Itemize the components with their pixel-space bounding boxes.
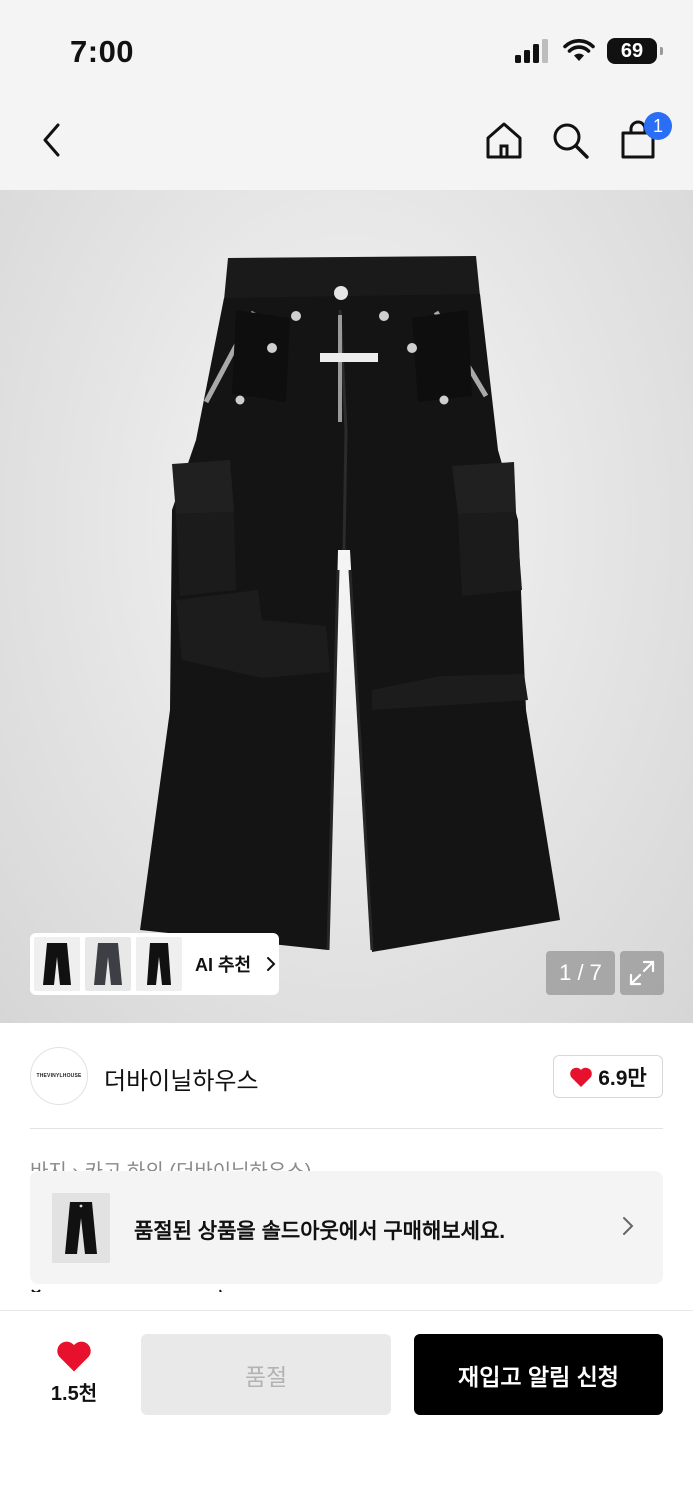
- soldout-button[interactable]: 품절: [141, 1334, 391, 1415]
- nav-bar: 1: [0, 100, 693, 190]
- brand-like-button[interactable]: 6.9만: [553, 1055, 663, 1098]
- product-image-carousel[interactable]: AI 추천 1 / 7: [0, 190, 693, 1023]
- brand-like-count: 6.9만: [598, 1066, 647, 1090]
- back-button[interactable]: [30, 118, 74, 162]
- pants-thumbnail-icon: [147, 943, 171, 985]
- heart-icon: [57, 1341, 91, 1372]
- image-counter: 1 / 7: [546, 951, 615, 995]
- bottom-action-bar: 1.5천 품절 재입고 알림 신청: [0, 1311, 693, 1500]
- chevron-right-icon: [267, 957, 276, 971]
- search-button[interactable]: [548, 118, 592, 162]
- pants-thumbnail-icon: [94, 943, 122, 985]
- product-image: [140, 256, 560, 952]
- ai-thumb-3[interactable]: [136, 937, 182, 991]
- wishlist-count: 1.5천: [50, 1383, 98, 1405]
- wishlist-button[interactable]: 1.5천: [44, 1339, 104, 1406]
- cart-count-badge: 1: [644, 112, 672, 140]
- ai-thumb-1[interactable]: [34, 937, 80, 991]
- partial-text-fragment: [31, 1289, 222, 1292]
- heart-icon: [570, 1067, 593, 1087]
- soldout-banner[interactable]: 품절된 상품을 솔드아웃에서 구매해보세요.: [30, 1171, 663, 1284]
- battery-icon: 69: [607, 38, 663, 64]
- search-icon: [553, 123, 589, 159]
- cart-button[interactable]: 1: [616, 112, 672, 162]
- category-breadcrumb: 바지 › 카고 하의 (더바이닐하우스): [30, 1155, 390, 1171]
- status-icons: 69: [515, 38, 663, 64]
- chevron-right-icon: [623, 1217, 634, 1235]
- brand-logo[interactable]: THEVINYLHOUSE: [30, 1047, 88, 1105]
- status-bar: 7:00 69: [0, 0, 693, 100]
- chevron-left-icon: [43, 123, 60, 157]
- soldout-banner-text: 품절된 상품을 솔드아웃에서 구매해보세요.: [134, 1220, 506, 1243]
- pants-thumbnail-icon: [65, 1202, 97, 1254]
- partial-title-peek: [30, 1284, 230, 1292]
- pants-thumbnail-icon: [43, 943, 71, 985]
- ai-recommend-label: AI 추천: [195, 955, 252, 975]
- expand-image-button[interactable]: [620, 951, 664, 995]
- restock-alert-button[interactable]: 재입고 알림 신청: [414, 1334, 663, 1415]
- wifi-icon: [563, 39, 595, 61]
- divider: [30, 1128, 663, 1129]
- signal-icon: [515, 39, 548, 63]
- status-time: 7:00: [70, 34, 135, 69]
- ai-thumb-2[interactable]: [85, 937, 131, 991]
- brand-row[interactable]: THEVINYLHOUSE 더바이닐하우스 6.9만: [0, 1023, 693, 1129]
- expand-icon: [629, 960, 655, 986]
- home-icon: [486, 122, 522, 159]
- banner-thumbnail: [52, 1193, 110, 1263]
- ai-recommendation-card[interactable]: AI 추천: [30, 933, 279, 995]
- home-button[interactable]: [482, 118, 526, 162]
- brand-name[interactable]: 더바이닐하우스: [104, 1061, 259, 1096]
